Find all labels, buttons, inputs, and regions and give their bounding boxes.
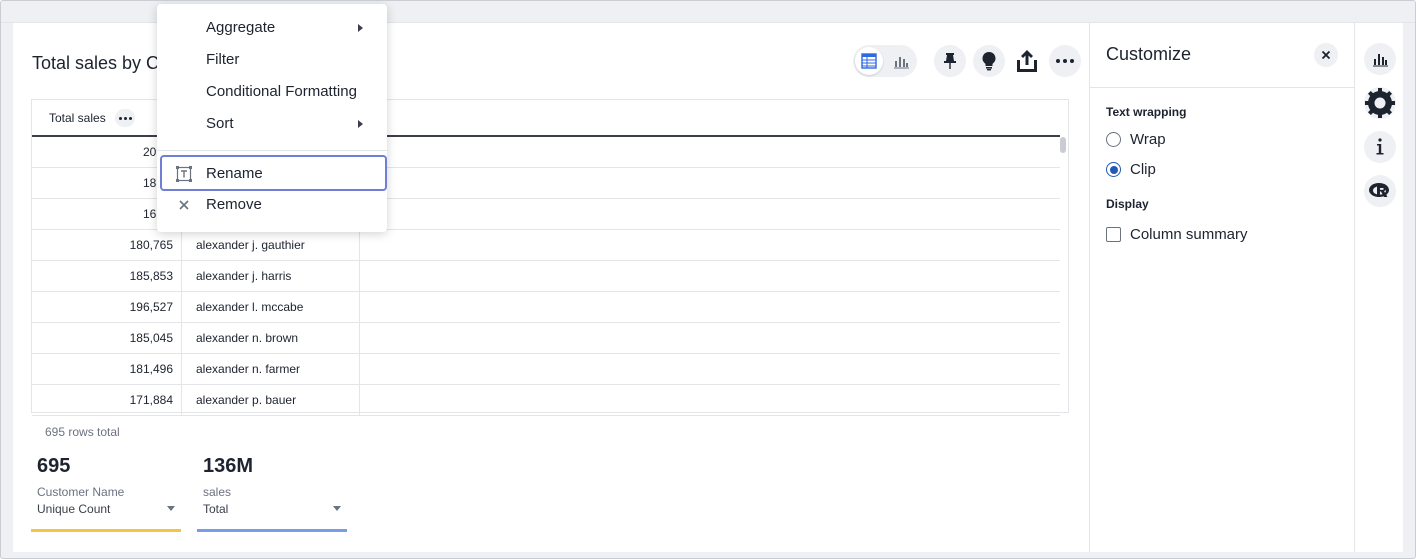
close-icon: [176, 197, 192, 213]
share-button[interactable]: [1011, 45, 1043, 77]
right-rail: [1354, 23, 1403, 552]
more-options-icon: [1056, 59, 1074, 63]
view-toggle: [853, 45, 917, 77]
panel-title: Customize: [1106, 44, 1192, 64]
table-row[interactable]: 185,853 alexander j. harris: [32, 261, 1060, 292]
sales-cell: 181,496: [32, 354, 182, 385]
radio-button-selected[interactable]: [1106, 162, 1121, 177]
summary-label: sales: [203, 485, 232, 499]
dot-icon: [123, 116, 127, 120]
menu-item-filter[interactable]: Filter: [157, 45, 387, 75]
menu-item-aggregate[interactable]: Aggregate: [157, 13, 387, 43]
pin-icon: [944, 53, 956, 69]
chevron-right-icon: [358, 120, 363, 128]
table-row[interactable]: 196,527 alexander l. mccabe: [32, 292, 1060, 323]
table-row[interactable]: 171,884 alexander p. bauer: [32, 385, 1060, 416]
customize-panel: Customize Text wrapping Wrap Clip Displa…: [1089, 23, 1355, 552]
column-more-button[interactable]: [115, 109, 135, 127]
menu-item-sort[interactable]: Sort: [157, 109, 387, 139]
display-heading: Display: [1106, 197, 1149, 211]
sales-cell: 196,527: [32, 292, 182, 323]
sales-cell: 185,045: [32, 323, 182, 354]
checkbox-label: Column summary: [1130, 226, 1248, 243]
share-icon: [1017, 50, 1037, 72]
name-cell: alexander j. gauthier: [182, 230, 360, 261]
wrap-radio-option[interactable]: Wrap: [1106, 131, 1166, 148]
name-cell: alexander j. harris: [182, 261, 360, 292]
column-context-menu: Aggregate Filter Conditional Formatting …: [157, 4, 387, 232]
summary-card-customer-name[interactable]: 695 Customer Name Unique Count: [31, 455, 181, 532]
chart-icon: [1373, 54, 1388, 67]
summary-aggregation: Unique Count: [37, 502, 111, 516]
settings-gear-icon: [1365, 88, 1395, 118]
dot-icon: [128, 116, 132, 120]
table-scrollbar[interactable]: [1060, 137, 1066, 153]
info-icon: [1376, 138, 1384, 155]
menu-divider: [157, 150, 387, 151]
close-panel-button[interactable]: [1314, 43, 1338, 67]
table-row[interactable]: 185,045 alexander n. brown: [32, 323, 1060, 354]
summary-color-bar: [197, 529, 347, 532]
page-title: Total sales by C: [32, 53, 160, 73]
column-header-total-sales[interactable]: Total sales: [49, 111, 106, 125]
chevron-down-icon[interactable]: [167, 506, 175, 511]
menu-item-label: Aggregate: [206, 19, 276, 36]
window-edge: [1403, 23, 1415, 552]
more-options-button[interactable]: [1049, 45, 1081, 77]
table-view-icon: [861, 53, 877, 69]
info-button[interactable]: [1364, 131, 1396, 163]
settings-button[interactable]: [1364, 87, 1396, 119]
radio-button[interactable]: [1106, 132, 1121, 147]
menu-item-label: Remove: [206, 196, 262, 213]
rename-icon: [176, 166, 192, 182]
spotiq-lightbulb-icon: [982, 52, 996, 71]
radio-label: Wrap: [1130, 131, 1166, 148]
table-row[interactable]: 181,496 alexander n. farmer: [32, 354, 1060, 385]
r-analysis-icon: [1369, 183, 1389, 197]
rows-total: 695 rows total: [45, 425, 120, 439]
summary-color-bar: [31, 529, 181, 532]
pin-button[interactable]: [934, 45, 966, 77]
table-row[interactable]: 180,765 alexander j. gauthier: [32, 230, 1060, 261]
menu-item-label: Rename: [206, 165, 263, 182]
menu-item-label: Conditional Formatting: [206, 83, 357, 100]
summary-aggregation: Total: [203, 502, 229, 516]
radio-label: Clip: [1130, 161, 1156, 178]
chevron-right-icon: [358, 24, 363, 32]
column-summary-checkbox-option[interactable]: Column summary: [1106, 226, 1248, 243]
chevron-down-icon[interactable]: [333, 506, 341, 511]
menu-item-label: Sort: [206, 115, 234, 132]
panel-divider: [1090, 87, 1355, 88]
spotiq-button[interactable]: [973, 45, 1005, 77]
name-cell: alexander n. farmer: [182, 354, 360, 385]
summary-label: Customer Name: [37, 485, 125, 499]
chart-settings-button[interactable]: [1364, 43, 1396, 75]
checkbox[interactable]: [1106, 227, 1121, 242]
name-cell: alexander l. mccabe: [182, 292, 360, 323]
chart-view-button[interactable]: [887, 47, 915, 75]
name-cell: alexander p. bauer: [182, 385, 360, 416]
menu-item-rename[interactable]: Rename: [160, 155, 387, 191]
app-window: Total sales by C Total sales 180,765 ale…: [0, 0, 1416, 559]
r-analysis-button[interactable]: [1364, 175, 1396, 207]
chart-view-icon: [894, 57, 909, 69]
radio-dot: [1109, 165, 1118, 174]
menu-item-remove[interactable]: Remove: [157, 190, 387, 220]
summary-value: 695: [37, 455, 71, 477]
dot-icon: [118, 116, 122, 120]
table-view-button[interactable]: [855, 47, 883, 75]
sales-cell: 171,884: [32, 385, 182, 416]
menu-item-label: Filter: [206, 51, 240, 68]
summary-value: 136M: [203, 455, 254, 477]
name-cell: alexander n. brown: [182, 323, 360, 354]
summary-card-sales[interactable]: 136M sales Total: [197, 455, 347, 532]
menu-item-conditional-formatting[interactable]: Conditional Formatting: [157, 77, 387, 107]
sales-cell: 180,765: [32, 230, 182, 261]
text-wrapping-heading: Text wrapping: [1106, 105, 1187, 119]
sales-cell: 185,853: [32, 261, 182, 292]
clip-radio-option[interactable]: Clip: [1106, 161, 1156, 178]
close-icon: [1321, 50, 1331, 60]
